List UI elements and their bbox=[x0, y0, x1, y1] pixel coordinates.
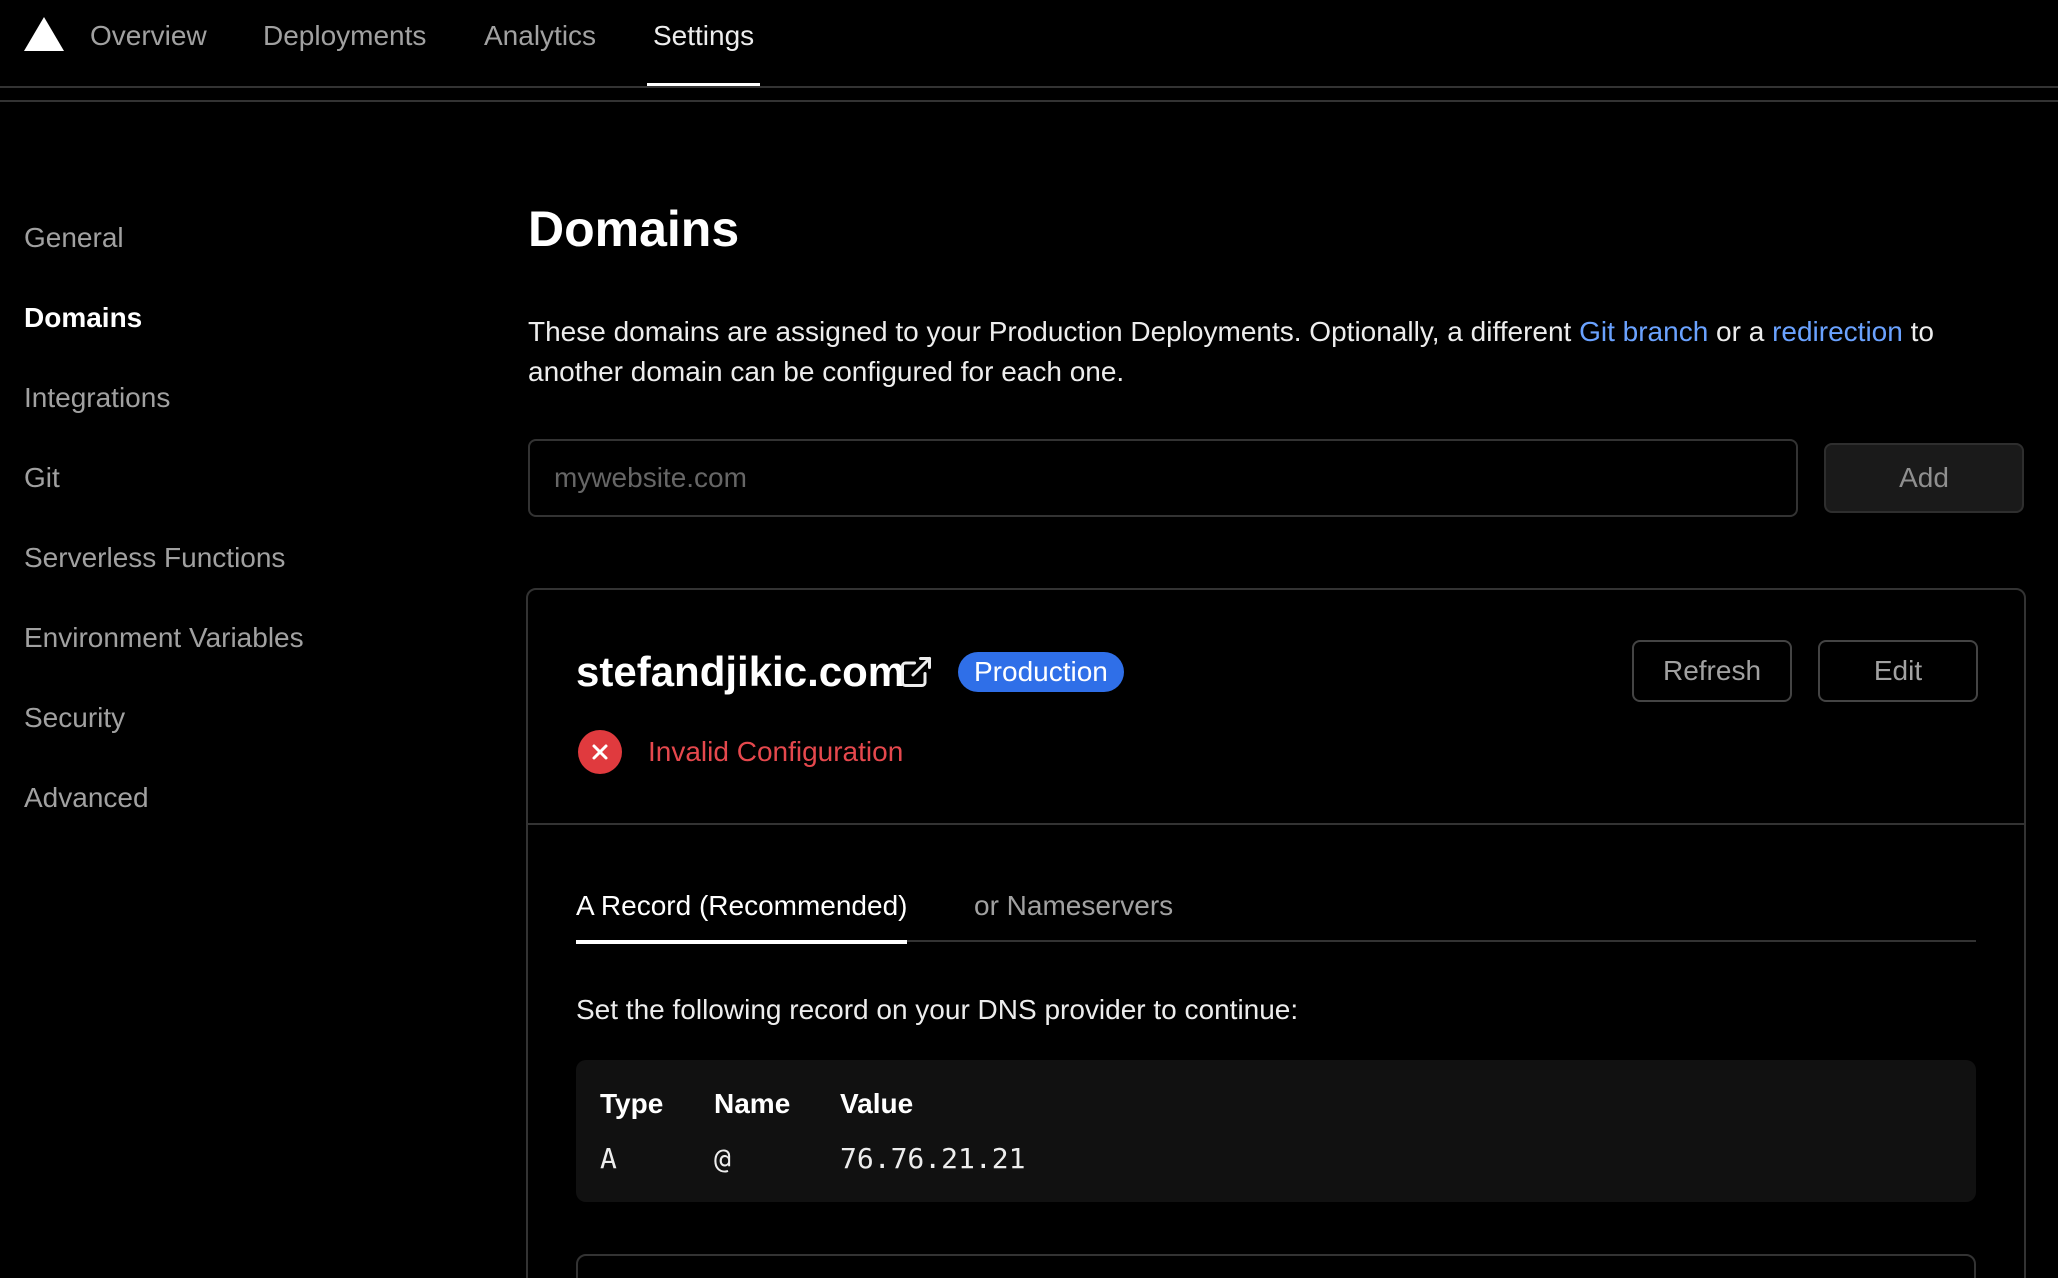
tab-deployments[interactable]: Deployments bbox=[263, 16, 426, 86]
settings-page: Overview Deployments Analytics Settings … bbox=[0, 0, 2058, 1278]
sidebar-item-advanced[interactable]: Advanced bbox=[24, 782, 149, 814]
table-cell-type[interactable]: A bbox=[600, 1142, 617, 1175]
sidebar-item-environment-variables[interactable]: Environment Variables bbox=[24, 622, 304, 654]
refresh-button[interactable]: Refresh bbox=[1632, 640, 1792, 702]
triangle-logo-icon[interactable] bbox=[24, 17, 64, 51]
sidebar-item-git[interactable]: Git bbox=[24, 462, 60, 494]
external-link-icon[interactable] bbox=[898, 654, 934, 690]
page-title: Domains bbox=[528, 201, 740, 257]
divider bbox=[0, 100, 2058, 102]
tab-a-record[interactable]: A Record (Recommended) bbox=[576, 888, 908, 944]
page-description: These domains are assigned to your Produ… bbox=[528, 312, 2018, 392]
tab-nameservers[interactable]: or Nameservers bbox=[974, 888, 1173, 944]
sidebar-item-general[interactable]: General bbox=[24, 222, 124, 254]
edit-button[interactable]: Edit bbox=[1818, 640, 1978, 702]
dns-record-table: Type Name Value A @ 76.76.21.21 bbox=[576, 1060, 1976, 1202]
table-cell-value[interactable]: 76.76.21.21 bbox=[840, 1142, 1025, 1175]
sidebar-item-integrations[interactable]: Integrations bbox=[24, 382, 170, 414]
table-header-name: Name bbox=[714, 1088, 791, 1119]
domain-card: stefandjikic.com Production Refresh Edit… bbox=[526, 588, 2026, 1278]
production-badge: Production bbox=[958, 652, 1124, 692]
description-text: or a bbox=[1708, 316, 1773, 347]
status-message: Invalid Configuration bbox=[648, 736, 904, 767]
tab-settings[interactable]: Settings bbox=[646, 16, 761, 86]
table-cell-name[interactable]: @ bbox=[714, 1142, 731, 1175]
description-text: These domains are assigned to your Produ… bbox=[528, 316, 1580, 347]
divider bbox=[528, 823, 2024, 825]
sidebar-item-serverless-functions[interactable]: Serverless Functions bbox=[24, 542, 285, 574]
sidebar-item-security[interactable]: Security bbox=[24, 702, 125, 734]
table-header-type: Type bbox=[600, 1088, 664, 1119]
domain-input[interactable] bbox=[528, 439, 1798, 517]
redirection-link[interactable]: redirection bbox=[1772, 316, 1903, 347]
sidebar-item-domains[interactable]: Domains bbox=[24, 302, 142, 334]
next-section-box bbox=[576, 1254, 1976, 1278]
tab-overview[interactable]: Overview bbox=[90, 16, 207, 86]
tab-analytics[interactable]: Analytics bbox=[484, 16, 596, 86]
top-navigation: Overview Deployments Analytics Settings bbox=[0, 0, 2058, 88]
dns-instructions: Set the following record on your DNS pro… bbox=[576, 994, 1299, 1025]
add-button[interactable]: Add bbox=[1824, 443, 2024, 513]
table-header-value: Value bbox=[840, 1088, 914, 1119]
error-circle-icon bbox=[578, 730, 622, 774]
domain-name-link[interactable]: stefandjikic.com bbox=[576, 648, 905, 696]
git-branch-link[interactable]: Git branch bbox=[1579, 316, 1708, 347]
